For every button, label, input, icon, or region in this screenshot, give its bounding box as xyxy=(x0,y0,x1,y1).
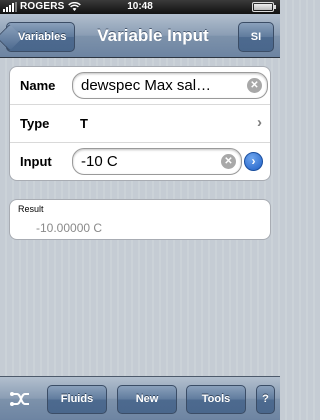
new-button[interactable]: New xyxy=(117,385,177,414)
navigation-bar: Variables Variable Input SI xyxy=(0,14,280,58)
name-value[interactable]: dewspec Max sal… xyxy=(81,77,241,94)
type-value: T xyxy=(80,116,88,131)
bottom-toolbar: Fluids New Tools ? xyxy=(0,376,280,420)
name-label: Name xyxy=(20,78,56,93)
fluids-button[interactable]: Fluids xyxy=(47,385,107,414)
back-button-variables[interactable]: Variables xyxy=(6,22,76,52)
name-row: Name dewspec Max sal… ✕ xyxy=(10,67,270,105)
input-label: Input xyxy=(20,154,52,169)
result-panel: Result -10.00000 C xyxy=(9,199,271,240)
variable-form: Name dewspec Max sal… ✕ Type T › Input -… xyxy=(9,66,271,181)
battery-icon xyxy=(252,2,276,12)
input-row: Input -10 C ✕ › xyxy=(10,143,270,181)
help-button[interactable]: ? xyxy=(256,385,275,414)
page-title: Variable Input xyxy=(97,26,209,45)
input-field[interactable]: -10 C ✕ xyxy=(72,148,242,175)
tools-button[interactable]: Tools xyxy=(186,385,246,414)
units-button[interactable]: SI xyxy=(238,22,274,52)
type-label: Type xyxy=(20,116,50,131)
clear-input-icon[interactable]: ✕ xyxy=(221,154,236,169)
chevron-right-icon[interactable]: › xyxy=(257,114,262,131)
input-value[interactable]: -10 C xyxy=(81,153,215,170)
mix-icon[interactable] xyxy=(9,389,31,409)
go-arrow-icon[interactable]: › xyxy=(244,152,263,171)
name-field[interactable]: dewspec Max sal… ✕ xyxy=(72,72,268,99)
result-label: Result xyxy=(18,204,44,214)
clear-name-icon[interactable]: ✕ xyxy=(247,78,262,93)
status-time: 10:48 xyxy=(127,1,153,12)
status-bar: ROGERS 10:48 xyxy=(0,0,280,14)
type-row[interactable]: Type T › xyxy=(10,105,270,143)
result-value: -10.00000 C xyxy=(36,221,103,235)
